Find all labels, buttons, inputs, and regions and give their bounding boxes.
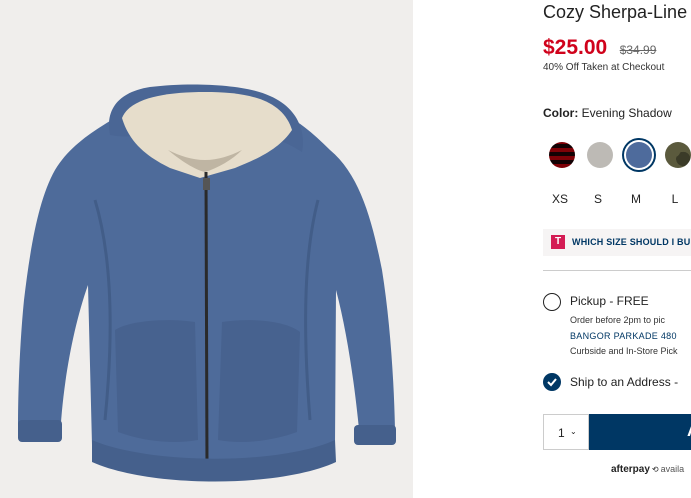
swatch-camo[interactable] [665,142,691,168]
size-guide-text: WHICH SIZE SHOULD I BU [572,237,691,247]
regular-price: $34.99 [619,43,657,57]
check-icon [547,378,557,387]
swatch-red-plaid[interactable] [549,142,575,168]
ship-radio[interactable] [543,373,561,391]
afterpay-logo: afterpay [611,464,650,475]
selected-color-name: Evening Shadow [581,106,672,120]
color-label: Color: Evening Shadow [543,106,672,120]
curbside-note: Curbside and In-Store Pick [570,346,678,356]
swatch-evening-shadow[interactable] [626,142,652,168]
color-label-key: Color: [543,106,579,120]
swatch-heather-gray[interactable] [587,142,613,168]
pickup-note: Order before 2pm to pic [570,315,666,325]
quantity-value: 1 [558,426,565,440]
product-title: Cozy Sherpa-Line [543,2,688,22]
price-row: $25.00 $34.99 [543,36,656,60]
size-m[interactable]: M [624,192,648,206]
hoodie-illustration [18,84,396,482]
chevron-down-icon: ⌄ [570,427,577,436]
afterpay-row: afterpay ⟲ availa [611,464,684,475]
add-to-bag-label: A [687,421,691,441]
quantity-select[interactable]: 1 ⌄ [543,414,589,450]
true-fit-logo-icon: T [551,235,565,249]
sale-price: $25.00 [543,36,608,59]
ship-label[interactable]: Ship to an Address - [570,375,678,389]
pickup-radio[interactable] [543,293,561,311]
size-xs[interactable]: XS [548,192,572,206]
add-to-bag-button[interactable]: A [589,414,691,450]
product-details: Cozy Sherpa-Line $25.00 $34.99 40% Off T… [543,0,691,498]
size-options: XS S M L [543,192,691,210]
color-swatches [549,142,691,170]
product-image[interactable] [0,0,413,498]
afterpay-arrows-icon: ⟲ [651,465,659,474]
divider [543,270,691,271]
size-guide-link[interactable]: T WHICH SIZE SHOULD I BU [543,229,691,256]
afterpay-availability: availa [660,464,685,474]
store-link[interactable]: BANGOR PARKADE 480 [570,331,677,341]
discount-note: 40% Off Taken at Checkout [543,62,665,73]
size-l[interactable]: L [663,192,687,206]
size-s[interactable]: S [586,192,610,206]
pickup-label[interactable]: Pickup - FREE [570,294,649,308]
